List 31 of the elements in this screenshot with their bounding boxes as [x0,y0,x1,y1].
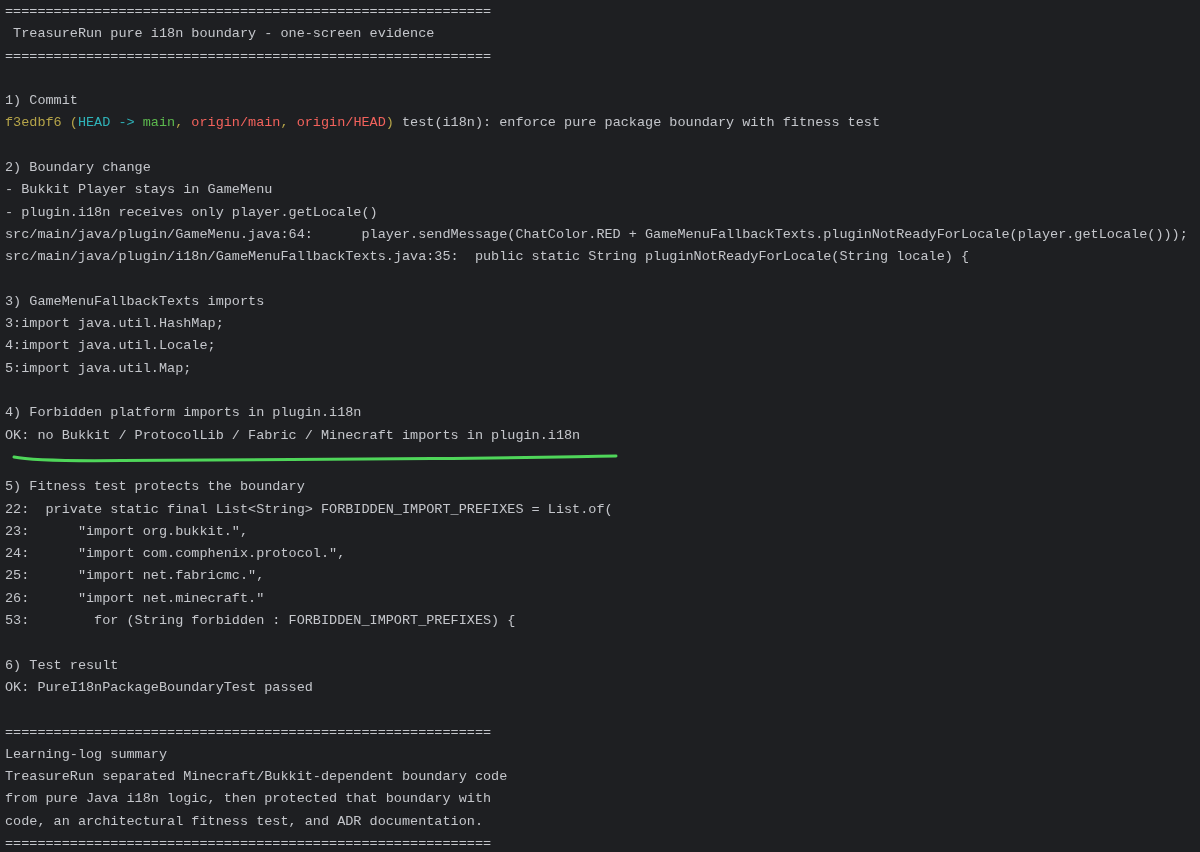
output-line: OK: no Bukkit / ProtocolLib / Fabric / Minecraft imports in plugin.i18n [5,426,581,445]
output-line: 4:import java.util.Locale; [5,337,216,356]
output-line: src/main/java/plugin/i18n/GameMenuFallbackTexts.java:35: public static String pluginNotReadyForLocale(String locale) { [5,248,970,267]
summary-heading: Learning-log summary [5,745,168,764]
output-line: 26: "import net.minecraft." [5,589,265,608]
summary-line: code, an architectural fitness test, and ADR documentation. [5,812,483,831]
output-line: 23: "import org.bukkit.", [5,522,249,541]
output-line: 3:import java.util.HashMap; [5,315,224,334]
output-line: 53: for (String forbidden : FORBIDDEN_IMPORT_PREFIXES) { [5,612,516,630]
separator-line: ============================================================ [5,3,492,21]
section-heading: 3) GameMenuFallbackTexts imports [5,292,265,311]
section-heading: 1) Commit [5,92,78,111]
summary-line: TreasureRun separated Minecraft/Bukkit-dependent boundary code [5,768,508,787]
commit-line: f3edbf6 (HEAD -> main, origin/main, origin/HEAD) test(i18n): enforce pure package boundary with fitness test [5,114,880,133]
summary-line: from pure Java i18n logic, then protected that boundary with [5,790,492,809]
section-heading: 2) Boundary change [5,159,151,178]
output-line: 24: "import com.comphenix.protocol.", [5,545,346,564]
output-line: src/main/java/plugin/GameMenu.java:64: player.sendMessage(ChatColor.RED + GameMenuFallbackTexts.pluginNotReadyForLocale(player.getLocale())); [5,225,1188,244]
separator-line: ============================================================ [5,723,492,742]
output-line: OK: PureI18nPackageBoundaryTest passed [5,678,313,697]
section-heading: 5) Fitness test protects the boundary [5,478,305,497]
separator-line: ============================================================ [5,835,492,852]
section-heading: 4) Forbidden platform imports in plugin.i18n [5,404,362,423]
output-line: - plugin.i18n receives only player.getLocale() [5,203,378,222]
output-line: 5:import java.util.Map; [5,359,192,378]
separator-line: ============================================================ [5,47,492,66]
output-line: - Bukkit Player stays in GameMenu [5,181,273,200]
section-heading: 6) Test result [5,656,119,675]
banner-title: TreasureRun pure i18n boundary - one-screen evidence [12,25,435,44]
output-line: 25: "import net.fabricmc.", [5,567,265,586]
output-line: 22: private static final List<String> FORBIDDEN_IMPORT_PREFIXES = List.of( [5,500,613,519]
